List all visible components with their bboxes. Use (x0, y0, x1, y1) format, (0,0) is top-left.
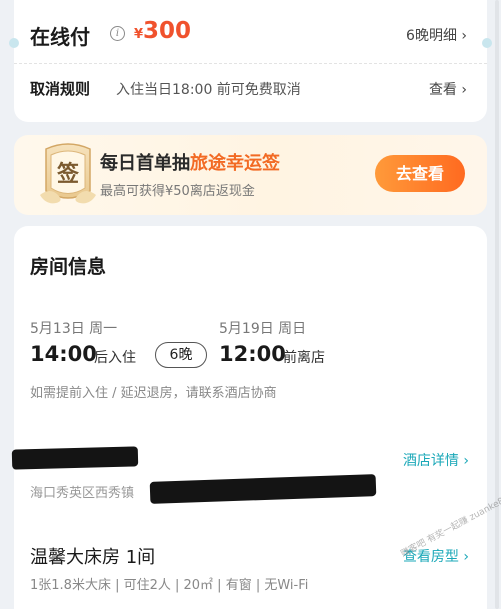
hotel-detail-link[interactable]: 酒店详情 › (403, 450, 469, 470)
checkout-time: 12:00 (219, 342, 286, 366)
nights-detail-link[interactable]: 6晚明细 › (406, 25, 467, 45)
checkin-time: 14:00 (30, 342, 97, 366)
lottery-subtitle: 最高可获得¥50离店返现金 (100, 184, 255, 199)
redacted-address (149, 474, 377, 504)
info-icon[interactable]: i (110, 26, 125, 41)
room-info-heading: 房间信息 (30, 256, 107, 278)
cancel-rules-description: 入住当日18:00 前可免费取消 (116, 82, 301, 98)
card-notch-left (9, 38, 19, 48)
checkin-date: 5月13日 周一 (30, 321, 118, 337)
price: ¥300 (134, 18, 191, 44)
checkout-date: 5月19日 周日 (219, 321, 307, 337)
redacted-hotel-name (11, 446, 139, 470)
checkin-suffix: 后入住 (94, 350, 136, 366)
divider (14, 63, 487, 64)
payment-card: 在线付 i ¥300 6晚明细 › 取消规则 入住当日18:00 前可免费取消 … (9, 0, 492, 122)
room-specs: 1张1.8米大床 | 可住2人 | 20㎡ | 有窗 | 无Wi-Fi (30, 578, 309, 593)
early-checkin-note: 如需提前入住 / 延迟退房，请联系酒店协商 (30, 386, 277, 401)
scrollbar[interactable] (495, 0, 499, 609)
badge-char: 签 (56, 161, 80, 187)
room-name: 温馨大床房 1间 (30, 547, 156, 568)
payment-title: 在线付 (30, 25, 90, 49)
cancel-rules-title: 取消规则 (30, 80, 91, 98)
hotel-address: 海口秀英区西秀镇 (30, 486, 135, 501)
checkout-suffix: 前离店 (283, 350, 325, 366)
price-currency: ¥ (134, 27, 144, 42)
lottery-banner[interactable]: 签 每日首单抽旅途幸运签 最高可获得¥50离店返现金 去查看 (14, 135, 487, 215)
go-view-button[interactable]: 去查看 (375, 155, 465, 192)
cancel-rules-view-link[interactable]: 查看 › (429, 79, 467, 99)
lottery-title-prefix: 每日首单抽 (100, 153, 190, 174)
lottery-title: 每日首单抽旅途幸运签 (100, 149, 280, 175)
nights-badge: 6晚 (155, 342, 207, 368)
price-amount: 300 (143, 18, 192, 44)
lottery-title-highlight: 旅途幸运签 (190, 153, 280, 174)
card-notch-right (482, 38, 492, 48)
lucky-draw-badge-icon: 签 (36, 141, 100, 207)
